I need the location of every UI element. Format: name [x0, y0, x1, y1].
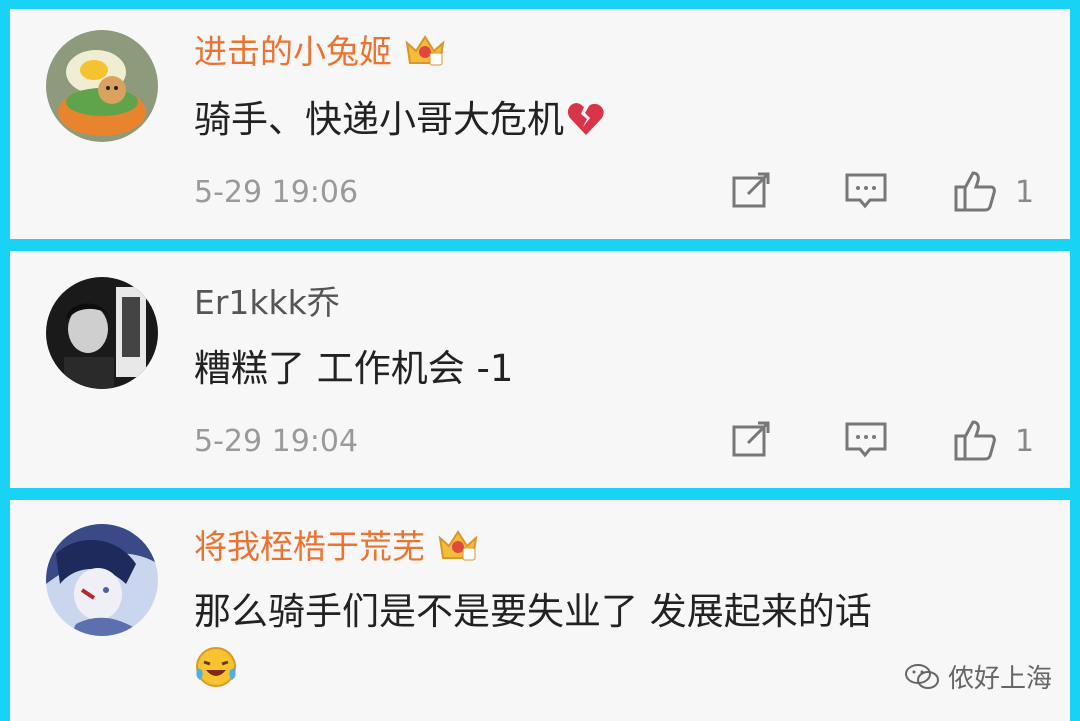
- comment-text: 那么骑手们是不是要失业了 发展起来的话: [194, 590, 872, 633]
- laughing-crying-emoji: [196, 647, 236, 687]
- comment-text-content: 骑手、快递小哥大危机: [194, 98, 564, 141]
- wechat-icon: [904, 663, 939, 689]
- avatar[interactable]: [46, 30, 158, 142]
- avatar[interactable]: [46, 277, 158, 389]
- username-text[interactable]: 进击的小兔姬: [194, 32, 392, 71]
- broken-heart-emoji: [567, 103, 604, 135]
- repost-icon[interactable]: [730, 421, 772, 459]
- comment-icon[interactable]: [844, 421, 888, 459]
- avatar[interactable]: [46, 524, 158, 636]
- like-count: 1: [1015, 175, 1035, 210]
- username[interactable]: 将我桎梏于荒芜: [194, 526, 479, 567]
- comment-time: 5-29 19:06: [194, 175, 359, 210]
- username[interactable]: 进击的小兔姬: [194, 31, 446, 72]
- crown-icon: [438, 530, 478, 561]
- comment-text: 糟糕了 工作机会 -1: [194, 347, 514, 390]
- username-text[interactable]: 将我桎梏于荒芜: [194, 527, 425, 566]
- like-icon[interactable]: [953, 418, 997, 462]
- like-count: 1: [1015, 424, 1035, 459]
- comment-card: Er1kkk乔 糟糕了 工作机会 -1 5-29 19:04 1: [10, 251, 1070, 488]
- comment-text: 骑手、快递小哥大危机: [194, 97, 606, 143]
- watermark-label: 侬好上海: [947, 664, 1052, 694]
- like-icon[interactable]: [953, 169, 997, 213]
- comment-card: 进击的小兔姬 骑手、快递小哥大危机 5-29 19:06 1: [10, 9, 1070, 239]
- comment-time: 5-29 19:04: [194, 424, 359, 459]
- crown-icon: [405, 35, 445, 66]
- comment-icon[interactable]: [844, 172, 888, 210]
- username[interactable]: Er1kkk乔: [194, 283, 340, 323]
- repost-icon[interactable]: [730, 172, 772, 210]
- watermark: 侬好上海: [904, 658, 1052, 695]
